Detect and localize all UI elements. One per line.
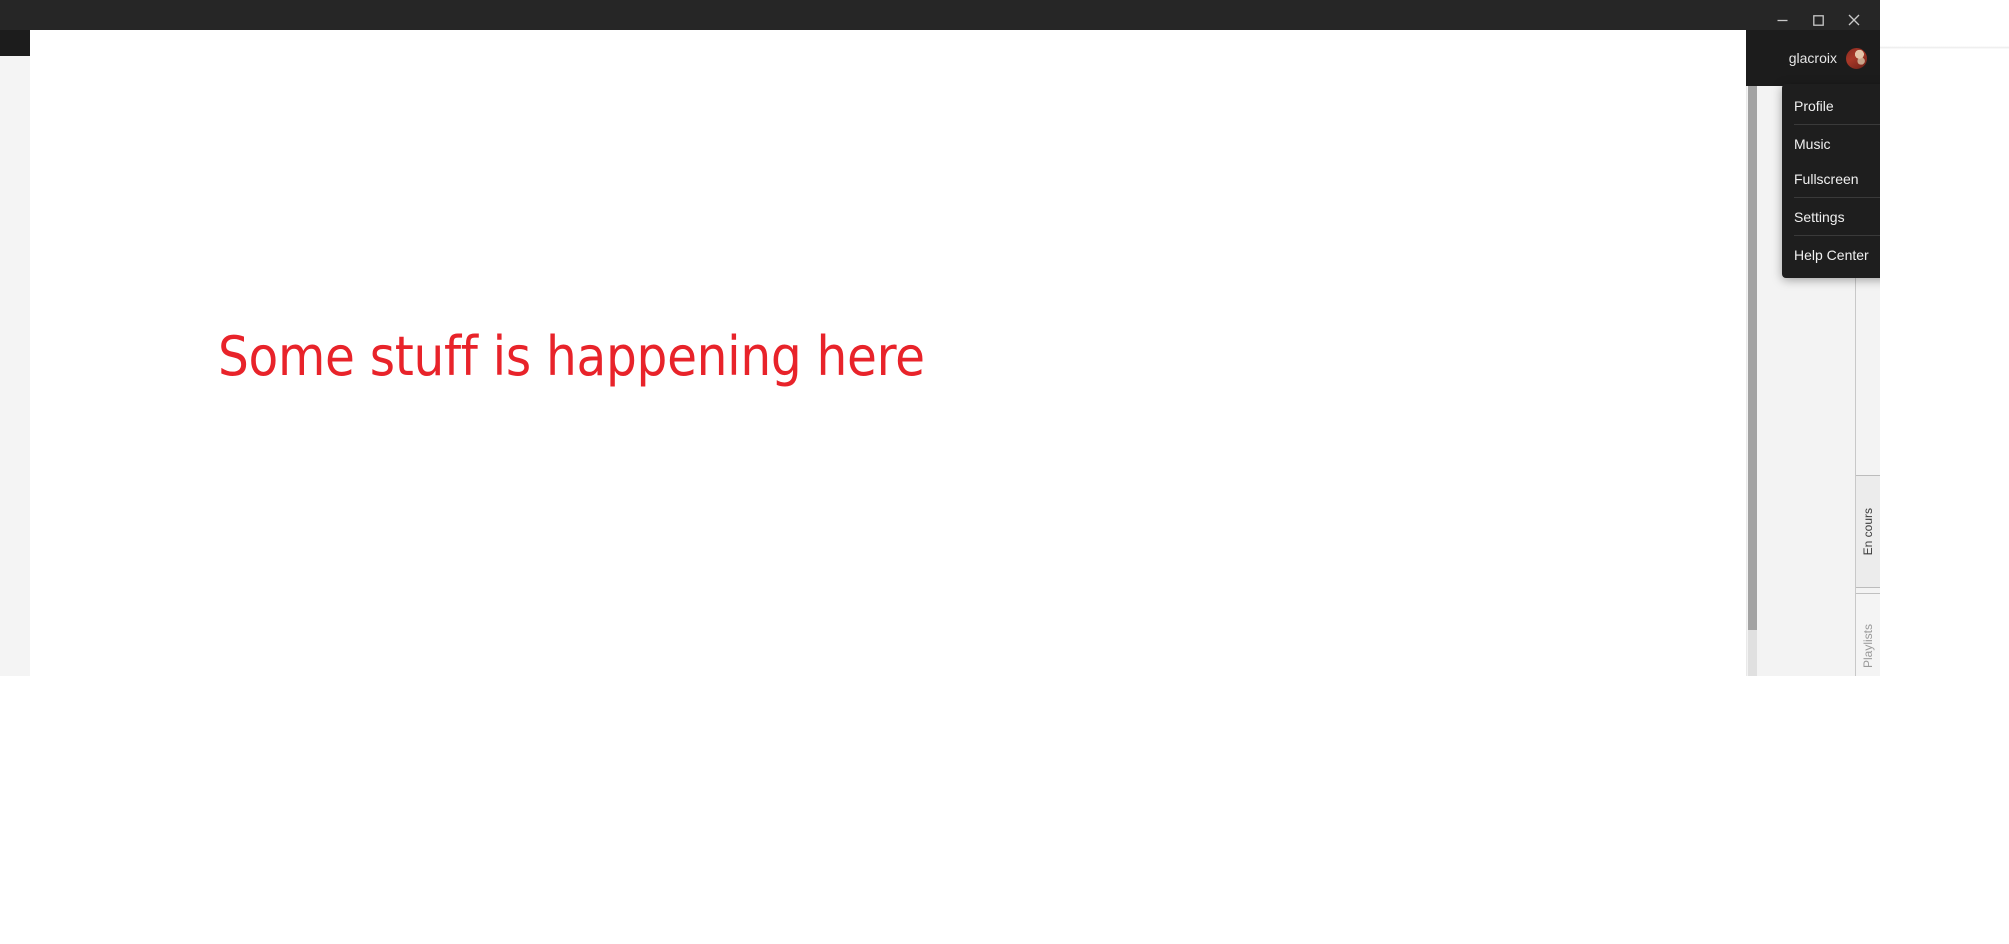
menu-separator <box>1794 124 1880 125</box>
maximize-icon <box>1812 14 1824 26</box>
menu-item-help-center[interactable]: Help Center <box>1782 237 1880 272</box>
tab-playlists[interactable]: Playlists <box>1856 593 1880 676</box>
title-bar <box>0 0 1880 30</box>
left-rail <box>0 56 30 676</box>
tab-en-cours-label: En cours <box>1861 507 1875 556</box>
account-bar[interactable]: glacroix <box>1746 30 1880 86</box>
panel-scrollbar-thumb[interactable] <box>1748 66 1757 630</box>
left-dark-stub <box>0 30 30 56</box>
menu-item-help-center-label: Help Center <box>1794 246 1869 263</box>
menu-item-settings[interactable]: Settings <box>1782 199 1880 234</box>
account-dropdown-menu: Profile Music Fullscreen Settings Help C… <box>1782 84 1880 278</box>
main-content-area: Some stuff is happening here <box>30 30 1746 676</box>
menu-item-profile-label: Profile <box>1794 97 1834 114</box>
menu-item-settings-label: Settings <box>1794 208 1845 225</box>
application-window: Some stuff is happening here En cours Pl… <box>0 0 1880 676</box>
page-headline: Some stuff is happening here <box>218 325 925 388</box>
menu-separator <box>1794 235 1880 236</box>
menu-item-profile[interactable]: Profile <box>1782 88 1880 123</box>
close-icon <box>1848 14 1860 26</box>
menu-item-fullscreen[interactable]: Fullscreen <box>1782 161 1880 196</box>
menu-item-music-label: Music <box>1794 135 1831 152</box>
header-hairline-divider <box>1880 46 2009 49</box>
menu-item-music[interactable]: Music <box>1782 126 1880 161</box>
tab-playlists-label: Playlists <box>1861 623 1875 668</box>
user-avatar-icon[interactable] <box>1845 46 1868 70</box>
menu-separator <box>1794 197 1880 198</box>
account-username: glacroix <box>1788 50 1837 66</box>
tab-en-cours[interactable]: En cours <box>1856 475 1880 588</box>
screen-root: Some stuff is happening here En cours Pl… <box>0 0 2009 944</box>
minimize-icon <box>1777 19 1787 21</box>
menu-item-fullscreen-label: Fullscreen <box>1794 170 1859 187</box>
